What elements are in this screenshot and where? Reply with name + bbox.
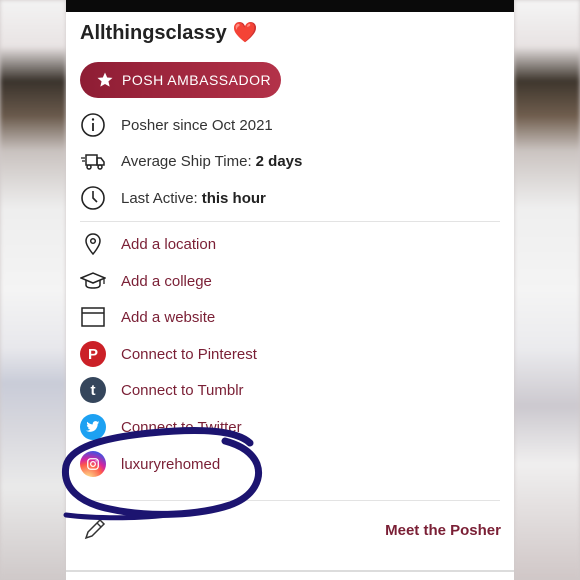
add-website-row[interactable]: Add a website <box>80 303 215 331</box>
tumblr-icon-wrap: t <box>80 377 106 403</box>
divider <box>80 500 500 501</box>
last-active-row: Last Active: this hour <box>80 184 266 212</box>
profile-panel: Allthingsclassy ❤️ POSH AMBASSADOR Posher… <box>66 0 514 580</box>
connect-tumblr-link[interactable]: Connect to Tumblr <box>121 382 244 399</box>
posh-ambassador-badge[interactable]: POSH AMBASSADOR <box>80 62 281 98</box>
pinterest-icon-wrap: P <box>80 341 106 367</box>
connect-pinterest-row[interactable]: P Connect to Pinterest <box>80 340 257 368</box>
pinterest-icon: P <box>80 341 106 367</box>
connect-tumblr-row[interactable]: t Connect to Tumblr <box>80 376 244 404</box>
instagram-icon-wrap <box>80 451 106 477</box>
add-college-link[interactable]: Add a college <box>121 273 212 290</box>
graduation-cap-icon <box>80 268 106 294</box>
ship-time-value: 2 days <box>255 152 303 170</box>
twitter-icon-wrap <box>80 414 106 440</box>
ship-time-label: Average Ship Time: <box>121 152 252 170</box>
badge-label: POSH AMBASSADOR <box>122 72 272 88</box>
heart-icon: ❤️ <box>232 22 258 44</box>
connect-pinterest-link[interactable]: Connect to Pinterest <box>121 346 257 363</box>
meet-the-posher-link[interactable]: Meet the Posher <box>385 522 501 539</box>
instagram-row[interactable]: luxuryrehomed <box>80 450 220 478</box>
pencil-icon[interactable] <box>82 516 108 547</box>
instagram-link[interactable]: luxuryrehomed <box>121 456 220 473</box>
star-icon <box>97 72 113 87</box>
add-website-link[interactable]: Add a website <box>121 309 215 326</box>
profile-username: Allthingsclassy ❤️ <box>80 20 258 45</box>
add-college-row[interactable]: Add a college <box>80 267 212 295</box>
last-active-value: this hour <box>201 189 266 207</box>
truck-icon <box>80 148 106 174</box>
map-pin-icon <box>80 231 106 257</box>
posher-since-text: Posher since Oct 2021 <box>121 116 273 134</box>
posher-since-row: Posher since Oct 2021 <box>80 111 273 139</box>
info-icon <box>80 112 106 138</box>
twitter-icon <box>80 414 106 440</box>
clock-icon <box>80 185 106 211</box>
connect-twitter-row[interactable]: Connect to Twitter <box>80 413 242 441</box>
add-location-link[interactable]: Add a location <box>121 236 216 253</box>
ship-time-row: Average Ship Time: 2 days <box>80 147 302 175</box>
browser-window-icon <box>80 304 106 330</box>
add-location-row[interactable]: Add a location <box>80 230 216 258</box>
tumblr-icon: t <box>80 377 106 403</box>
top-bar <box>66 0 514 12</box>
connect-twitter-link[interactable]: Connect to Twitter <box>121 419 242 436</box>
background-right <box>514 0 580 580</box>
bottom-divider <box>66 570 514 572</box>
username-text: Allthingsclassy <box>80 22 227 44</box>
instagram-icon <box>80 451 106 477</box>
last-active-label: Last Active: <box>121 189 198 207</box>
divider <box>80 221 500 222</box>
background-left <box>0 0 66 580</box>
